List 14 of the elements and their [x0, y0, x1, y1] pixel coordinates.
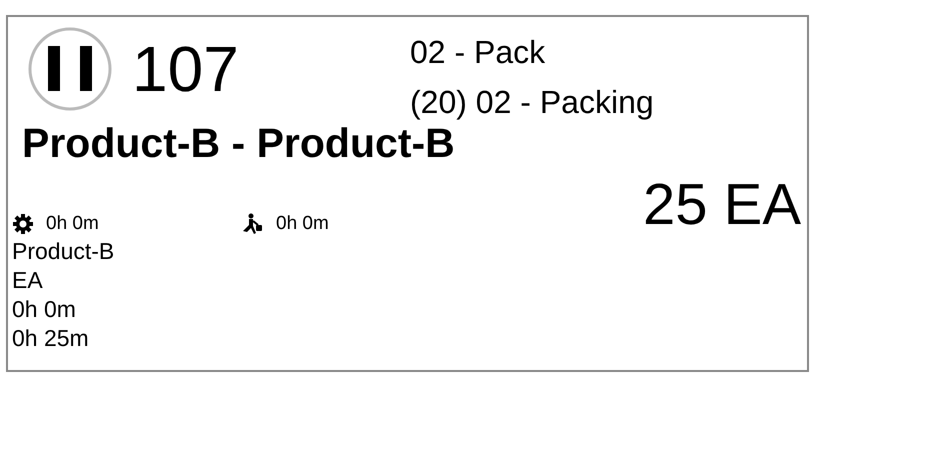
operation-label: 02 - Pack	[410, 33, 546, 72]
detail-line: Product-B	[12, 237, 116, 266]
gear-icon	[12, 213, 34, 235]
detail-line: EA	[12, 266, 44, 295]
pause-icon	[28, 27, 112, 111]
time-value: 0h 0m	[276, 213, 329, 235]
time-value: 0h 0m	[46, 213, 99, 235]
order-number: 107	[132, 32, 239, 107]
quantity-label: 25 EA	[643, 173, 802, 237]
detail-line: 0h 0m	[12, 295, 77, 324]
product-title: Product-B - Product-B	[21, 120, 456, 167]
step-label: (20) 02 - Packing	[410, 83, 654, 122]
person-with-luggage-icon	[242, 213, 264, 235]
detail-line: 0h 25m	[12, 324, 90, 353]
